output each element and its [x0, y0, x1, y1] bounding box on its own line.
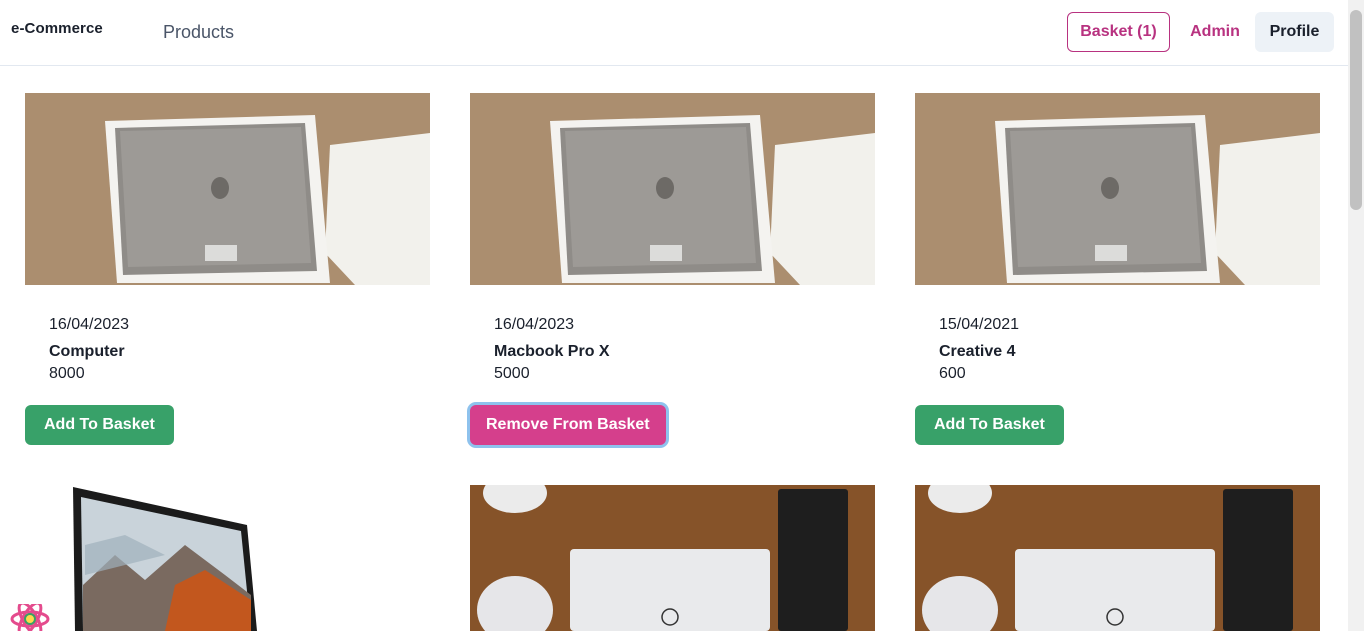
navbar: e-Commerce Products Basket (1) Admin Pro… [0, 0, 1348, 66]
scrollbar-thumb[interactable] [1350, 10, 1362, 210]
product-title: Macbook Pro X [494, 343, 610, 360]
product-price: 8000 [49, 365, 85, 382]
product-card: 15/04/2021 Creative 4 600 Add To Basket [915, 93, 1320, 445]
admin-button[interactable]: Admin [1181, 12, 1249, 52]
add-to-basket-button[interactable]: Add To Basket [915, 405, 1064, 445]
product-image[interactable] [25, 93, 430, 285]
product-card [25, 485, 430, 631]
page-scrollbar[interactable] [1348, 0, 1364, 631]
product-card [915, 485, 1320, 631]
remove-from-basket-button[interactable]: Remove From Basket [470, 405, 666, 445]
product-price: 600 [939, 365, 966, 382]
brand-logo[interactable]: e-Commerce [11, 20, 103, 37]
product-image[interactable] [25, 485, 430, 631]
add-to-basket-button[interactable]: Add To Basket [25, 405, 174, 445]
basket-button[interactable]: Basket (1) [1067, 12, 1170, 52]
product-image[interactable] [470, 93, 875, 285]
profile-button[interactable]: Profile [1255, 12, 1334, 52]
product-title: Creative 4 [939, 343, 1016, 360]
react-query-devtools-icon[interactable] [10, 604, 50, 631]
product-image[interactable] [915, 93, 1320, 285]
product-image[interactable] [470, 485, 875, 631]
product-date: 15/04/2021 [939, 316, 1020, 333]
product-card [470, 485, 875, 631]
nav-link-products[interactable]: Products [163, 22, 234, 43]
product-card: 16/04/2023 Computer 8000 Add To Basket [25, 93, 430, 445]
product-date: 16/04/2023 [49, 316, 130, 333]
product-image[interactable] [915, 485, 1320, 631]
product-date: 16/04/2023 [494, 316, 575, 333]
product-price: 5000 [494, 365, 530, 382]
product-card: 16/04/2023 Macbook Pro X 5000 Remove Fro… [470, 93, 875, 445]
product-title: Computer [49, 343, 125, 360]
